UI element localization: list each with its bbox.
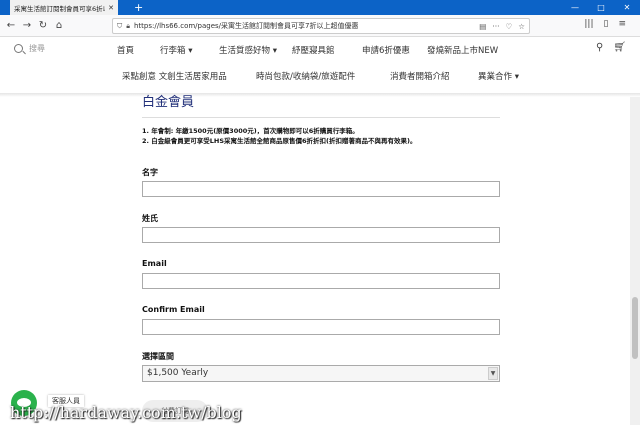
subscription-form: 白金會員 1. 年會制: 年繳1500元(原價3000元)，首次購物即可以6折購… — [0, 95, 630, 425]
search-placeholder[interactable]: 搜尋 — [29, 43, 45, 54]
tab-title: 采寓生活館訂閱制會員可享6折以上 — [14, 4, 105, 13]
watermark: http://hardaway.com.tw/blog — [10, 403, 242, 422]
library-icon[interactable]: ||| — [584, 19, 593, 29]
sidebar-icon[interactable]: ▯ — [604, 19, 609, 29]
menu-item-new[interactable]: 發燒新品上市NEW — [427, 44, 498, 56]
reader-icon[interactable]: ▤ — [479, 22, 486, 31]
menu-item-lifestyle[interactable]: 生活質感好物 ▾ — [219, 44, 277, 56]
shield-icon[interactable]: ⛉ — [117, 22, 122, 31]
menu-item-partners[interactable]: 異業合作 ▾ — [478, 70, 519, 82]
menu-item-reviews[interactable]: 消費者開箱介紹 — [390, 70, 450, 82]
back-icon[interactable]: ← — [4, 19, 18, 33]
confirm-email-label: Confirm Email — [142, 305, 205, 314]
browser-toolbar-right: ||| ▯ ≡ — [584, 19, 626, 29]
reload-icon[interactable]: ↻ — [36, 19, 50, 33]
email-label: Email — [142, 259, 167, 268]
menu-item-discount[interactable]: 申請6折優惠 — [362, 44, 410, 56]
menu-item-home[interactable]: 首頁 — [117, 44, 134, 56]
header-icons: ⚲ 🛒︎ — [596, 42, 626, 53]
minimize-button[interactable]: — — [562, 0, 588, 15]
membership-note-2: 2. 白金級會員更可享受LHS采寓生活館全館商品原售價6折折扣(折扣贈著商品不與… — [142, 137, 417, 145]
email-field[interactable] — [142, 273, 500, 289]
menu-item-bedding[interactable]: 紓壓寢具館 — [292, 44, 335, 56]
confirm-email-field[interactable] — [142, 319, 500, 335]
browser-tab-bar: 采寓生活館訂閱制會員可享6折以上 ✕ + — □ ✕ — [0, 0, 640, 15]
page-title: 白金會員 — [142, 95, 195, 110]
new-tab-icon[interactable]: + — [134, 0, 143, 15]
more-icon[interactable]: ··· — [492, 22, 499, 31]
period-select[interactable]: $1,500 Yearly ▼ — [142, 365, 500, 382]
lock-icon[interactable]: 🔒︎ — [126, 22, 130, 31]
url-bar[interactable]: ⛉ 🔒︎ https://lhs66.com/pages/采寓生活館訂閱制會員可… — [112, 18, 530, 34]
account-icon[interactable]: ⚲ — [596, 42, 603, 53]
period-label: 選擇區間 — [142, 352, 174, 361]
browser-tab-active[interactable]: 采寓生活館訂閱制會員可享6折以上 ✕ — [10, 0, 118, 15]
home-icon[interactable]: ⌂ — [52, 19, 66, 33]
window-controls: — □ ✕ — [562, 0, 640, 15]
scrollbar-thumb[interactable] — [632, 297, 638, 359]
site-header: 搜尋 首頁 行李箱 ▾ 生活質感好物 ▾ 紓壓寢具館 申請6折優惠 發燒新品上市… — [0, 38, 640, 93]
maximize-button[interactable]: □ — [588, 0, 614, 15]
title-divider — [142, 117, 500, 118]
url-text: https://lhs66.com/pages/采寓生活館訂閱制會員可享7折以上… — [133, 22, 359, 30]
menu-item-bags[interactable]: 時尚包款/收納袋/旅遊配件 — [256, 70, 355, 82]
page-scrollbar[interactable] — [630, 97, 640, 425]
chevron-down-icon[interactable]: ▼ — [488, 367, 498, 380]
forward-icon[interactable]: → — [20, 19, 34, 33]
first-name-label: 名字 — [142, 168, 158, 177]
last-name-label: 姓氏 — [142, 214, 158, 223]
menu-item-luggage[interactable]: 行李箱 ▾ — [160, 44, 192, 56]
search-icon[interactable] — [14, 44, 23, 53]
membership-note-1: 1. 年會制: 年繳1500元(原價3000元)，首次購物即可以6折購買行李箱。 — [142, 127, 359, 135]
pocket-icon[interactable]: ♡ — [506, 22, 513, 31]
star-icon[interactable]: ☆ — [518, 22, 525, 31]
cart-icon[interactable]: 🛒︎ — [613, 42, 626, 53]
menu-item-creative[interactable]: 采點創意 文創生活居家用品 — [122, 70, 227, 82]
close-window-button[interactable]: ✕ — [614, 0, 640, 15]
first-name-field[interactable] — [142, 181, 500, 197]
browser-nav-bar: ← → ↻ ⌂ ⛉ 🔒︎ https://lhs66.com/pages/采寓生… — [0, 15, 640, 37]
tab-close-icon[interactable]: ✕ — [108, 4, 114, 12]
period-selected-value: $1,500 Yearly — [147, 368, 209, 378]
menu-icon[interactable]: ≡ — [618, 19, 626, 29]
last-name-field[interactable] — [142, 227, 500, 243]
site-search[interactable]: 搜尋 — [14, 43, 45, 54]
